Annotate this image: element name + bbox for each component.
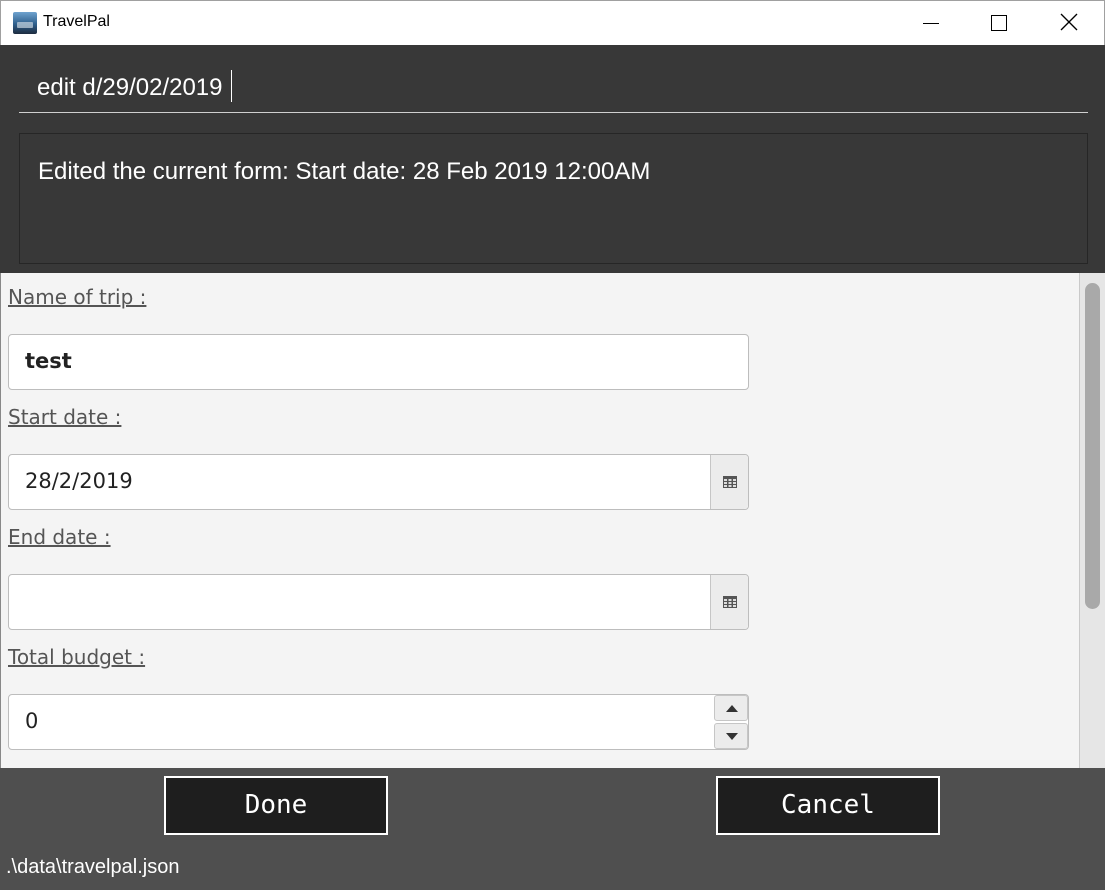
decrement-button[interactable]: [714, 723, 748, 749]
start-date-field[interactable]: 28/2/2019: [8, 454, 749, 510]
trip-name-field[interactable]: test: [8, 334, 749, 390]
cancel-button[interactable]: Cancel: [716, 776, 940, 835]
start-date-calendar-button[interactable]: [710, 455, 748, 509]
trip-name-label: Name of trip :: [8, 285, 147, 309]
action-button-bar: Done Cancel: [0, 768, 1105, 844]
calendar-icon: [723, 476, 737, 488]
end-date-label: End date :: [8, 525, 111, 549]
save-file-path: .\data\travelpal.json: [6, 856, 180, 878]
minimize-icon: [923, 23, 939, 24]
minimize-button[interactable]: [907, 1, 953, 45]
scroll-thumb[interactable]: [1085, 283, 1100, 609]
arrow-up-icon: [726, 705, 738, 712]
done-button[interactable]: Done: [164, 776, 388, 835]
title-bar: TravelPal: [0, 0, 1105, 45]
command-box: [0, 45, 1105, 123]
status-bar: .\data\travelpal.json: [0, 844, 1105, 890]
command-input[interactable]: [19, 63, 1088, 113]
arrow-down-icon: [726, 733, 738, 740]
start-date-value: 28/2/2019: [25, 469, 133, 493]
total-budget-field[interactable]: 0: [8, 694, 749, 750]
app-icon: [13, 12, 37, 34]
maximize-icon: [991, 15, 1007, 31]
maximize-button[interactable]: [976, 1, 1022, 45]
trip-name-value: test: [25, 349, 72, 373]
close-icon: [1060, 13, 1078, 31]
total-budget-label: Total budget :: [8, 645, 146, 669]
increment-button[interactable]: [714, 695, 748, 721]
form-scrollbar[interactable]: [1079, 273, 1105, 768]
budget-spinner: [714, 695, 748, 749]
calendar-icon: [723, 596, 737, 608]
result-display: Edited the current form: Start date: 28 …: [19, 133, 1088, 264]
end-date-calendar-button[interactable]: [710, 575, 748, 629]
trip-form-panel: Name of trip : test Start date : 28/2/20…: [0, 273, 1105, 768]
text-caret: [231, 70, 232, 102]
end-date-field[interactable]: [8, 574, 749, 630]
close-button[interactable]: [1046, 1, 1092, 45]
result-display-area: Edited the current form: Start date: 28 …: [0, 123, 1105, 273]
result-message: Edited the current form: Start date: 28 …: [38, 158, 651, 185]
total-budget-value: 0: [25, 709, 39, 733]
window-title: TravelPal: [43, 13, 110, 30]
start-date-label: Start date :: [8, 405, 122, 429]
